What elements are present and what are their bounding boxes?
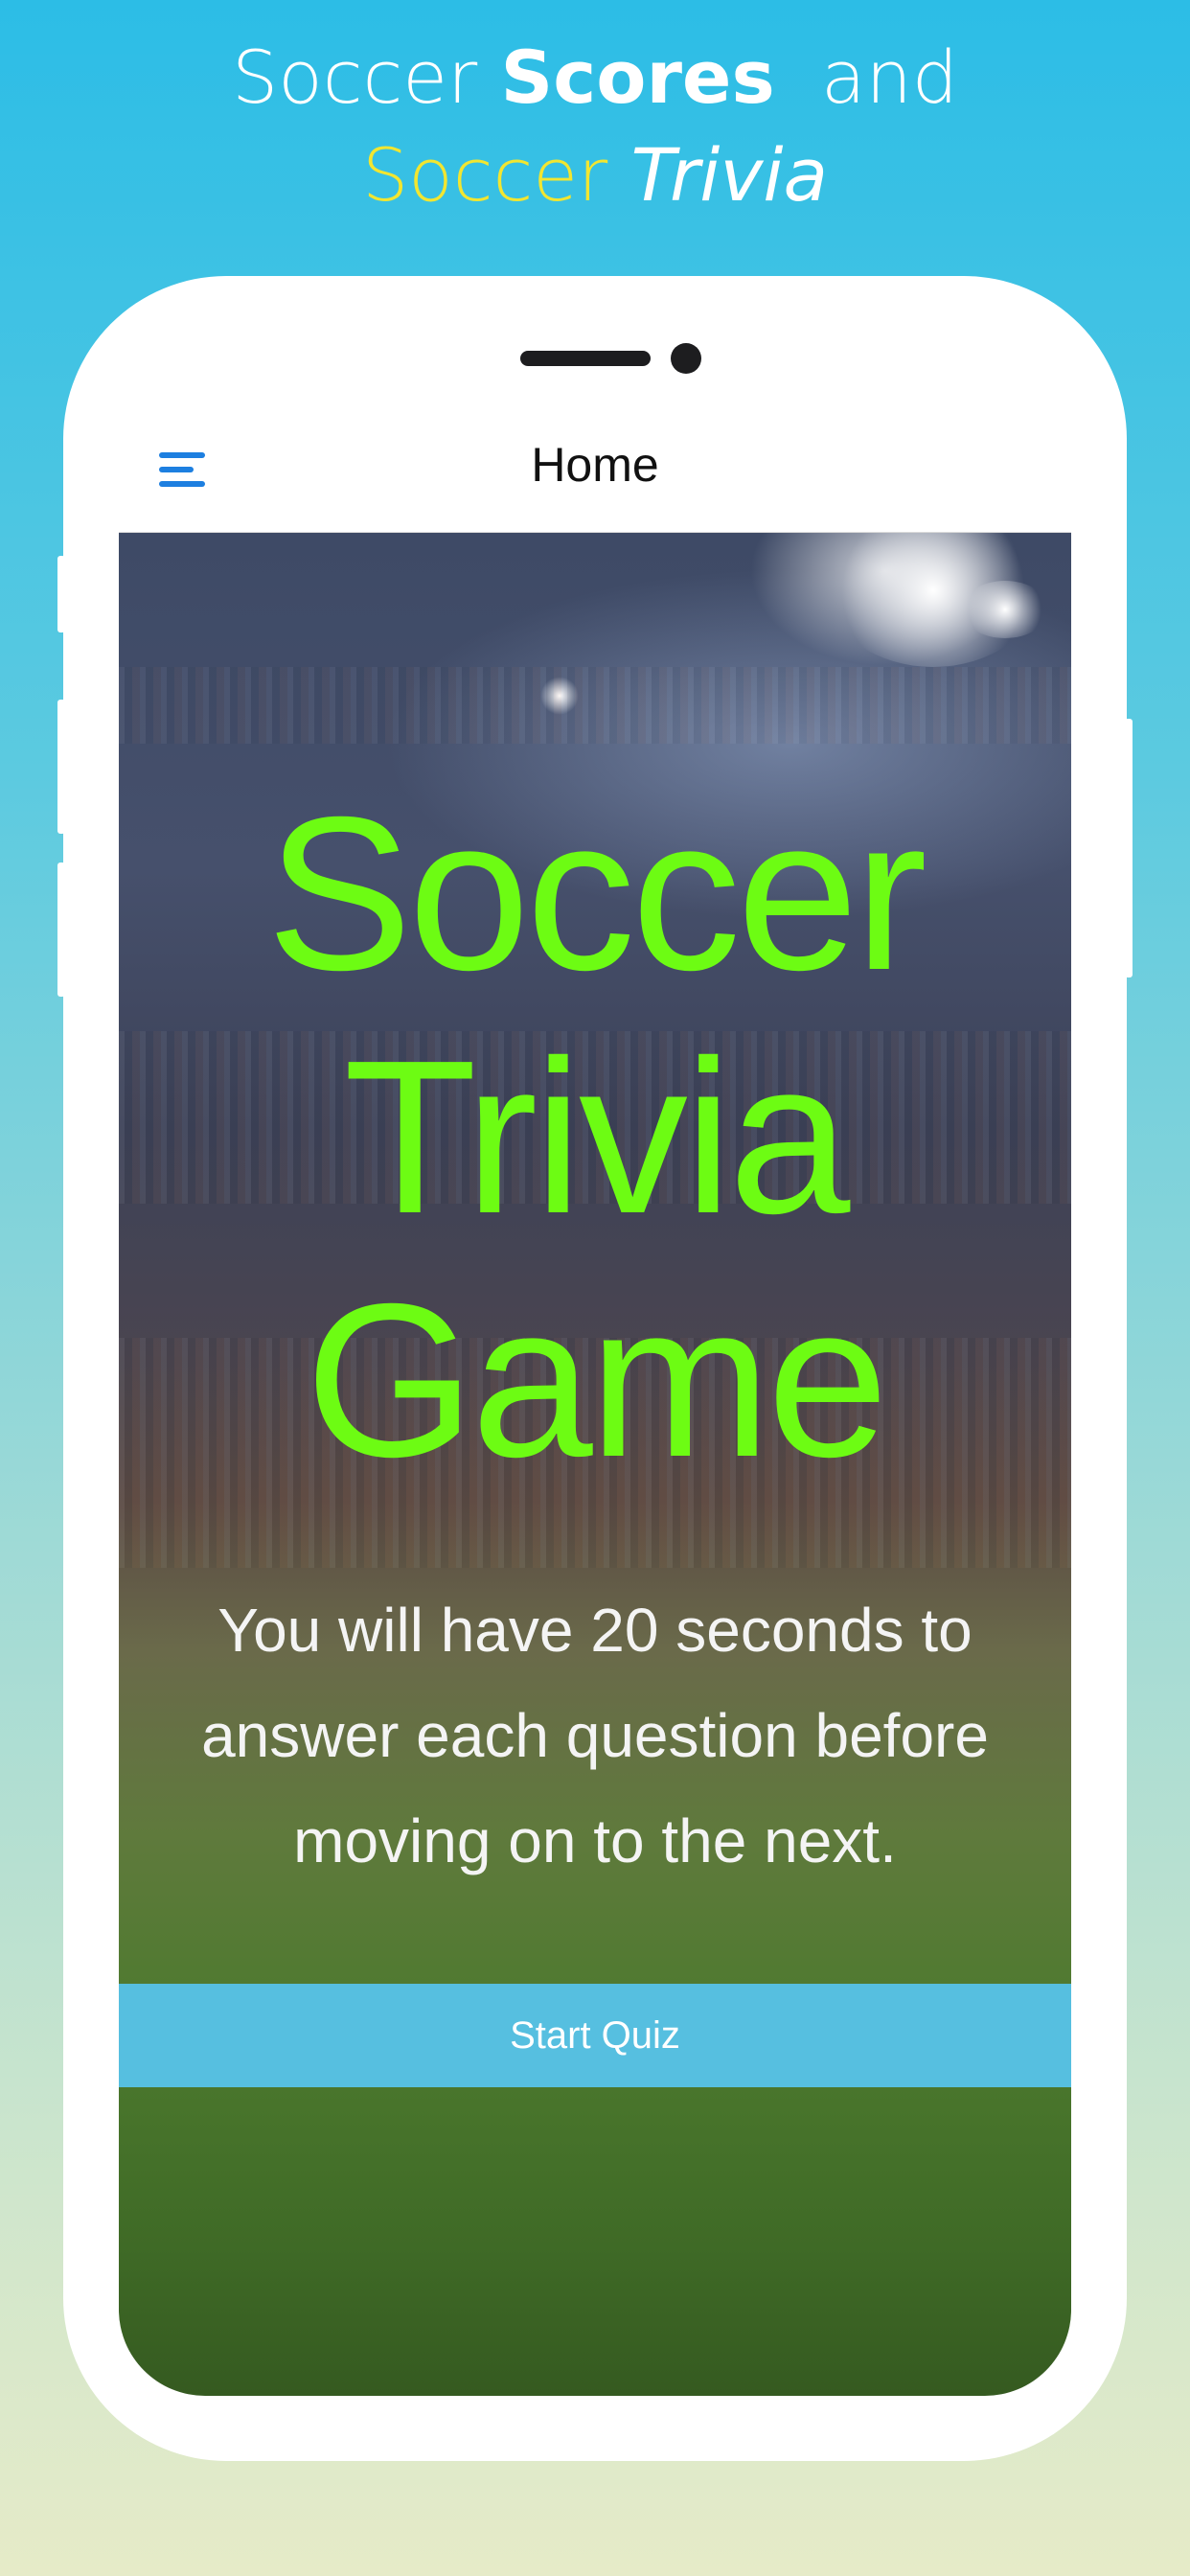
phone-side-button — [1125, 719, 1133, 978]
game-title-line: Soccer — [266, 772, 927, 1016]
headline-word: Soccer — [231, 34, 478, 120]
promo-headline-line1: Soccer Scores and — [0, 29, 1190, 126]
quiz-instructions: You will have 20 seconds to answer each … — [201, 1596, 989, 1875]
phone-side-button — [57, 862, 65, 997]
phone-camera — [671, 343, 701, 374]
headline-word: and — [821, 34, 959, 120]
game-title: Soccer Trivia Game — [119, 772, 1071, 1503]
phone-speaker — [520, 351, 651, 366]
phone-side-button — [57, 700, 65, 834]
app-navbar: Home — [119, 412, 1071, 533]
promo-headline-line2: Soccer Trivia — [0, 126, 1190, 224]
headline-word-bold: Scores — [500, 34, 775, 120]
game-title-line: Trivia — [343, 1016, 851, 1259]
headline-word-italic: Trivia — [630, 132, 829, 218]
page-title: Home — [531, 438, 659, 492]
start-quiz-button[interactable]: Start Quiz — [119, 1984, 1071, 2087]
phone-side-button — [57, 556, 65, 632]
game-title-line: Game — [305, 1259, 889, 1503]
promo-headline: Soccer Scores and Soccer Trivia — [0, 29, 1190, 224]
trivia-home-screen: Soccer Trivia Game You will have 20 seco… — [119, 533, 1071, 2396]
stadium-light — [962, 581, 1048, 638]
stadium-crowd — [119, 667, 1071, 744]
headline-word-yellow: Soccer — [361, 132, 608, 218]
